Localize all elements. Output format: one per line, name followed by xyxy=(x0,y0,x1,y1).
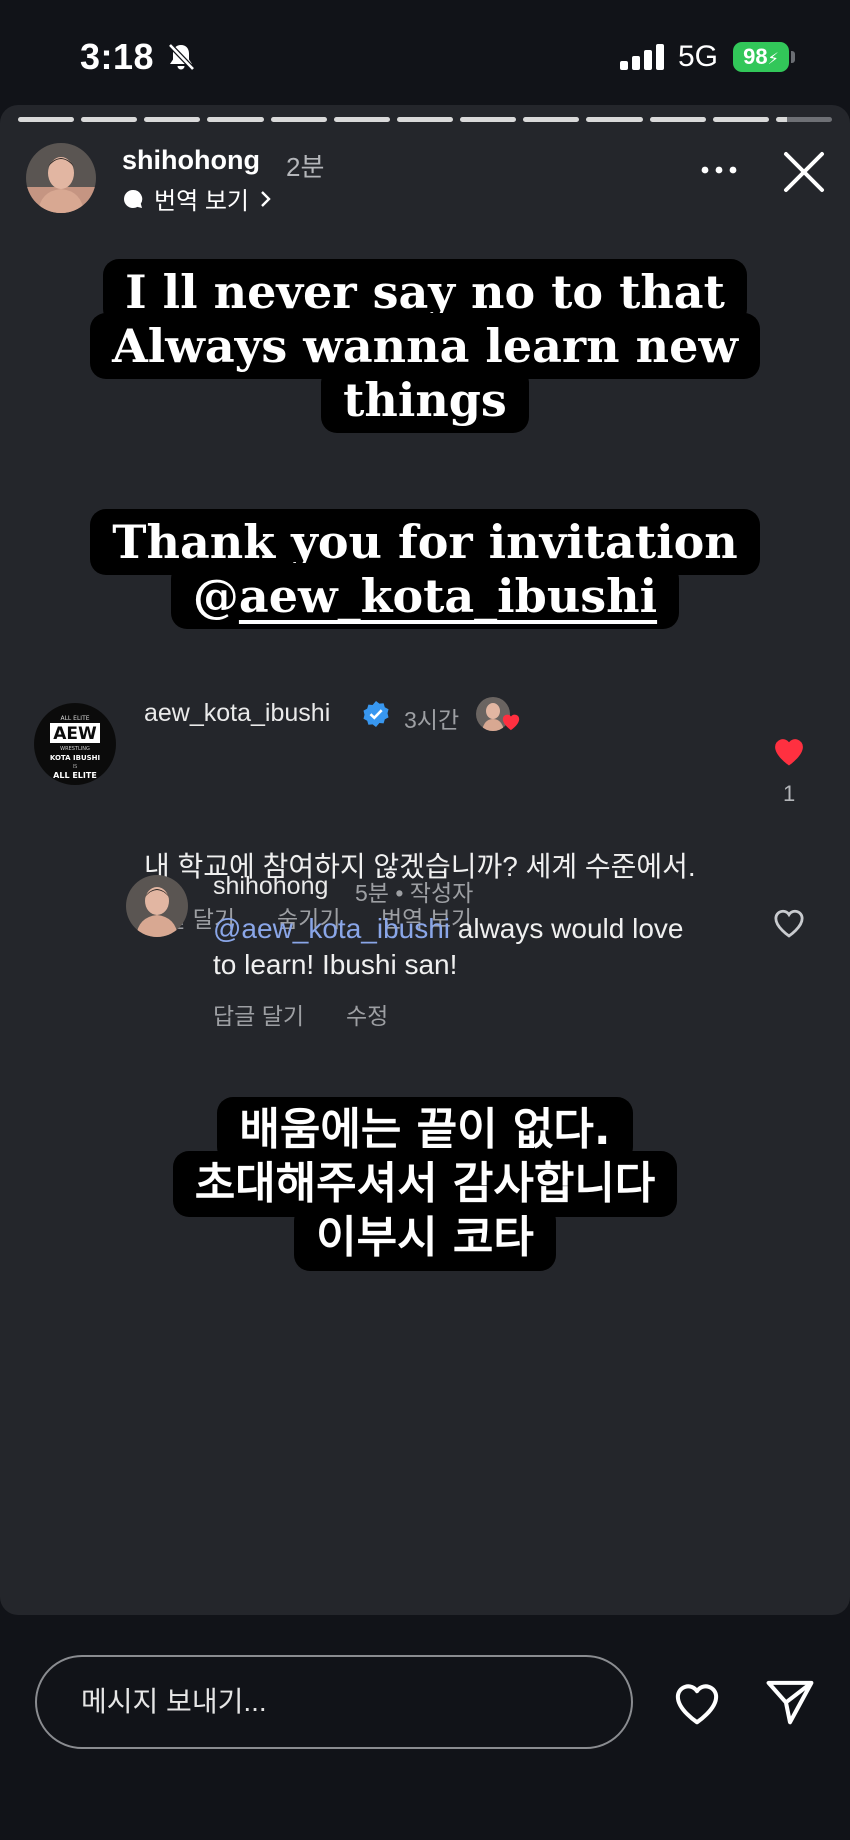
story-author-username[interactable]: shihohong xyxy=(122,145,260,176)
story-card[interactable]: shihohong 2분 번역 보기 I ll never say no to … xyxy=(0,105,850,1615)
status-bar: 3:18 5G 98⚡ xyxy=(0,0,850,105)
text-sticker-korean: 배움에는 끝이 없다. 초대해주셔서 감사합니다 이부시 코타 xyxy=(0,1097,850,1271)
heart-icon[interactable] xyxy=(670,1677,724,1727)
commenter-avatar-aew[interactable]: ALL ELITE AEW WRESTLING KOTA IBUSHI IS A… xyxy=(34,703,116,785)
close-icon[interactable] xyxy=(782,150,826,194)
avatar-logo-text: WRESTLING xyxy=(60,746,90,752)
sticker-line: 이부시 코타 xyxy=(294,1205,556,1271)
mention-sticker[interactable]: @aew_kota_ibushi xyxy=(170,563,680,629)
chevron-right-icon xyxy=(261,190,271,207)
comment-mention[interactable]: @aew_kota_ibushi xyxy=(213,913,450,944)
story-author-avatar[interactable] xyxy=(26,143,96,213)
avatar-logo-text: KOTA IBUSHI xyxy=(50,754,100,762)
avatar-logo-text: ALL ELITE xyxy=(53,771,97,780)
mention-username[interactable]: aew_kota_ibushi xyxy=(239,569,657,623)
battery-cap xyxy=(791,51,795,63)
speech-bubble-icon xyxy=(124,189,143,208)
like-heart-outline-icon[interactable] xyxy=(770,905,808,939)
reply-bar: 메시지 보내기... xyxy=(0,1615,850,1840)
avatar-logo-text: ALL ELITE xyxy=(60,715,89,722)
cellular-signal-icon xyxy=(620,44,664,70)
verified-badge-icon xyxy=(363,701,389,727)
edit-button[interactable]: 수정 xyxy=(346,997,388,1031)
comment-meta: 5분 • 작성자 xyxy=(355,880,474,906)
like-count: 1 xyxy=(783,781,796,806)
comment-username[interactable]: aew_kota_ibushi xyxy=(144,699,330,728)
bell-muted-icon xyxy=(168,43,195,71)
like-heart-filled-icon[interactable] xyxy=(770,733,808,767)
reply-button[interactable]: 답글 달기 xyxy=(213,997,304,1031)
comment-username[interactable]: shihohong xyxy=(213,872,328,901)
avatar-logo-text: AEW xyxy=(53,724,97,744)
commenter-avatar-shihohong[interactable] xyxy=(126,875,188,937)
avatar-logo-text: IS xyxy=(73,764,78,770)
text-sticker-english: I ll never say no to that Always wanna l… xyxy=(0,259,850,433)
comment-time: 3시간 xyxy=(404,707,460,733)
comment-text: @aew_kota_ibushi always would love to le… xyxy=(213,911,713,983)
battery-indicator: 98⚡ xyxy=(733,42,789,72)
author-liked-heart-icon xyxy=(502,714,520,731)
text-sticker-thanks: Thank you for invitation @aew_kota_ibush… xyxy=(0,509,850,629)
more-options-icon[interactable] xyxy=(700,165,738,175)
mention-symbol: @ xyxy=(192,569,239,623)
status-time: 3:18 xyxy=(80,36,155,77)
send-icon[interactable] xyxy=(763,1675,817,1729)
message-input[interactable]: 메시지 보내기... xyxy=(35,1655,633,1749)
story-progress-bar xyxy=(18,117,833,122)
sticker-line: things xyxy=(321,367,529,433)
translate-label: 번역 보기 xyxy=(154,188,249,215)
battery-level: 98 xyxy=(743,44,768,69)
story-post-time: 2분 xyxy=(286,152,325,182)
network-type: 5G xyxy=(678,40,719,73)
translate-link[interactable]: 번역 보기 xyxy=(122,181,273,216)
